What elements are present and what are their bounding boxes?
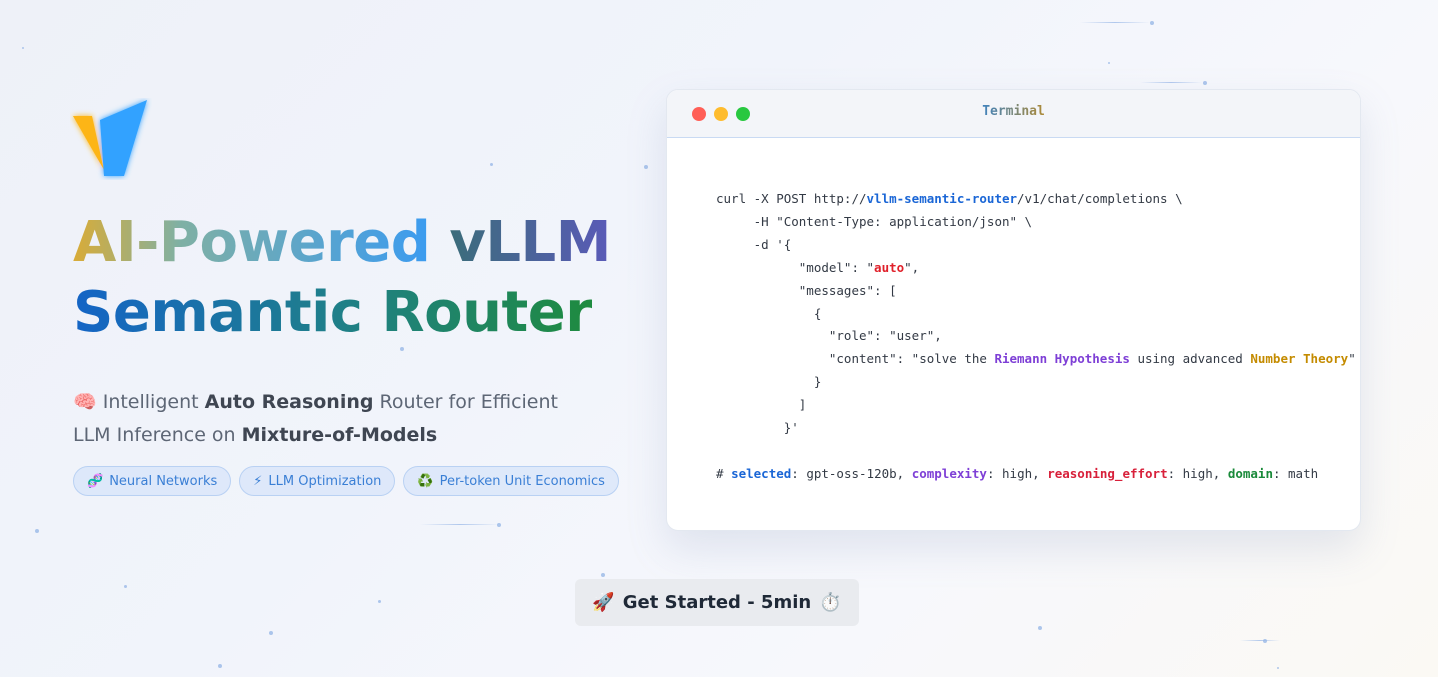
brain-icon: 🧠: [73, 391, 97, 413]
headline-ai-powered: AI-Powered: [73, 210, 431, 275]
get-started-button[interactable]: 🚀 Get Started - 5min ⏱️: [575, 579, 859, 626]
rocket-icon: 🚀: [592, 592, 615, 613]
dna-icon: 🧬: [87, 473, 104, 489]
terminal-title-bar: Terminal: [667, 90, 1360, 138]
chip-llm-optimization: ⚡ LLM Optimization: [239, 466, 396, 496]
terminal-code: curl -X POST http://vllm-semantic-router…: [716, 191, 1356, 481]
maximize-window-dot[interactable]: [736, 107, 750, 121]
recycle-icon: ♻️: [417, 473, 434, 489]
terminal-title: Terminal: [979, 104, 1049, 119]
chip-neural-networks: 🧬 Neural Networks: [73, 466, 232, 496]
chip-unit-economics: ♻️ Per-token Unit Economics: [403, 466, 619, 496]
close-window-dot[interactable]: [692, 107, 706, 121]
hero-headline: AI-Powered vLLM Semantic Router: [73, 208, 611, 348]
headline-semantic-router: Semantic Router: [73, 280, 593, 345]
vllm-logo: [73, 100, 147, 176]
lightning-icon: ⚡: [253, 473, 263, 489]
get-started-label: Get Started - 5min: [622, 592, 812, 613]
minimize-window-dot[interactable]: [714, 107, 728, 121]
headline-vllm: vLLM: [449, 210, 611, 275]
feature-chips: 🧬 Neural Networks ⚡ LLM Optimization ♻️ …: [73, 466, 619, 496]
terminal-window: Terminal curl -X POST http://vllm-semant…: [666, 89, 1361, 531]
hero-tagline: 🧠 Intelligent Auto Reasoning Router for …: [73, 391, 558, 446]
stopwatch-icon: ⏱️: [819, 592, 842, 613]
